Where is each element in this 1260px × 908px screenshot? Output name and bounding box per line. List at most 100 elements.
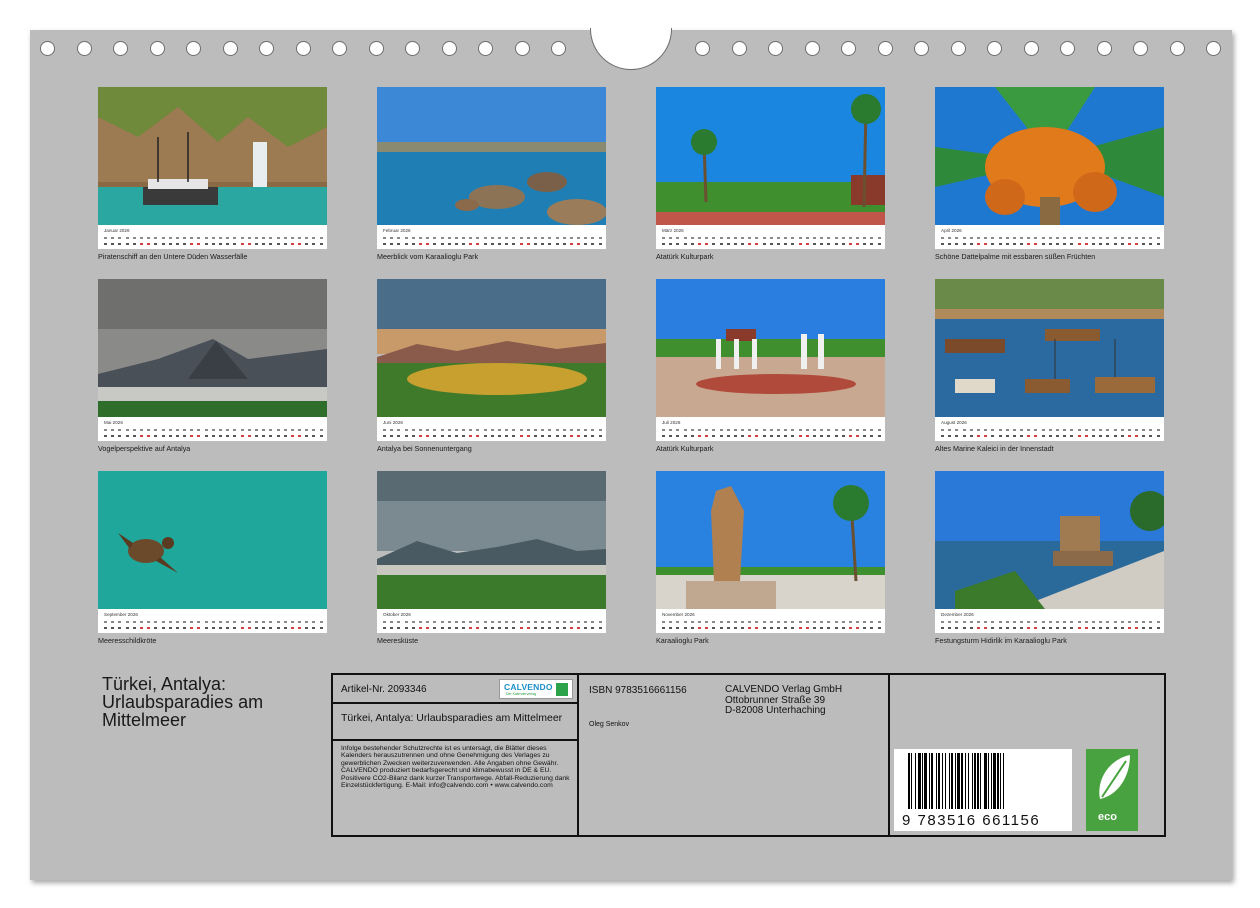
divider [333, 739, 577, 741]
day-row [941, 433, 1160, 439]
day-mark [769, 435, 773, 437]
day-mark [748, 627, 752, 629]
day-mark [791, 435, 795, 437]
day-mark [1156, 243, 1160, 245]
day-mark [411, 435, 415, 437]
day-mark [948, 237, 952, 239]
day-mark [584, 429, 588, 431]
day-mark [541, 237, 545, 239]
day-mark [1027, 243, 1031, 245]
day-mark [125, 243, 129, 245]
day-mark [276, 243, 280, 245]
day-mark [305, 243, 309, 245]
day-mark [683, 237, 687, 239]
day-mark [262, 627, 266, 629]
day-mark [211, 621, 215, 623]
day-mark [276, 627, 280, 629]
day-mark [1113, 435, 1117, 437]
calendar-strip: Januar 2026 [98, 225, 327, 249]
day-mark [955, 435, 959, 437]
day-grid [383, 235, 602, 247]
day-mark [984, 435, 988, 437]
photo-caption: Piratenschiff an den Untere Düden Wasser… [98, 252, 248, 261]
day-mark [762, 621, 766, 623]
day-mark [1048, 627, 1052, 629]
day-mark [190, 237, 194, 239]
day-mark [1120, 429, 1124, 431]
day-mark [577, 243, 581, 245]
day-mark [669, 237, 673, 239]
day-mark [555, 429, 559, 431]
day-mark [798, 621, 802, 623]
photo-sea-turtle [98, 471, 327, 609]
day-mark [726, 243, 730, 245]
day-mark [1012, 237, 1016, 239]
day-mark [418, 237, 422, 239]
day-mark [841, 435, 845, 437]
day-mark [483, 429, 487, 431]
day-mark [1106, 429, 1110, 431]
day-mark [662, 621, 665, 623]
day-mark [1027, 621, 1031, 623]
day-mark [411, 243, 415, 245]
day-mark [798, 243, 802, 245]
day-mark [440, 435, 444, 437]
day-mark [111, 435, 115, 437]
day-mark [805, 243, 809, 245]
day-mark [1084, 435, 1088, 437]
binding-hole [987, 41, 1002, 56]
day-mark [168, 621, 172, 623]
day-mark [555, 621, 559, 623]
day-mark [1034, 243, 1038, 245]
day-mark [462, 627, 466, 629]
day-mark [705, 435, 709, 437]
day-mark [1056, 429, 1059, 431]
day-mark [712, 627, 716, 629]
day-mark [476, 435, 480, 437]
day-mark [1070, 243, 1074, 245]
day-mark [1127, 429, 1131, 431]
day-mark [183, 621, 187, 623]
day-mark [762, 627, 766, 629]
photo-caption: Vogelperspektive auf Antalya [98, 444, 191, 453]
calendar-back-sheet: Januar 2026 Piratenschiff an den Untere … [30, 28, 1232, 880]
binding-hole [295, 41, 311, 56]
day-mark [984, 627, 988, 629]
day-mark [211, 243, 215, 245]
day-mark [955, 243, 959, 245]
day-mark [1034, 435, 1038, 437]
day-mark [240, 243, 244, 245]
day-mark [812, 243, 816, 245]
day-mark [469, 621, 473, 623]
day-mark [290, 627, 294, 629]
day-mark [827, 621, 831, 623]
day-mark [476, 627, 480, 629]
day-mark [1084, 627, 1088, 629]
day-mark [748, 243, 752, 245]
day-mark [998, 627, 1002, 629]
day-mark [577, 429, 581, 431]
day-mark [447, 621, 451, 623]
day-mark [397, 243, 401, 245]
day-mark [490, 237, 494, 239]
day-mark [705, 429, 709, 431]
day-mark [247, 435, 251, 437]
barcode-bar [1004, 753, 1007, 809]
day-mark [1063, 435, 1067, 437]
day-mark [976, 243, 980, 245]
day-mark [741, 627, 745, 629]
day-mark [834, 435, 838, 437]
day-mark [139, 435, 143, 437]
day-mark [1070, 627, 1074, 629]
day-mark [1106, 243, 1110, 245]
day-mark [726, 237, 730, 239]
day-mark [197, 627, 201, 629]
day-mark [104, 627, 107, 629]
day-mark [161, 627, 165, 629]
day-mark [533, 237, 537, 239]
day-mark [490, 243, 494, 245]
day-mark [247, 237, 251, 239]
day-mark [784, 621, 788, 623]
day-mark [283, 621, 287, 623]
day-mark [1041, 237, 1045, 239]
